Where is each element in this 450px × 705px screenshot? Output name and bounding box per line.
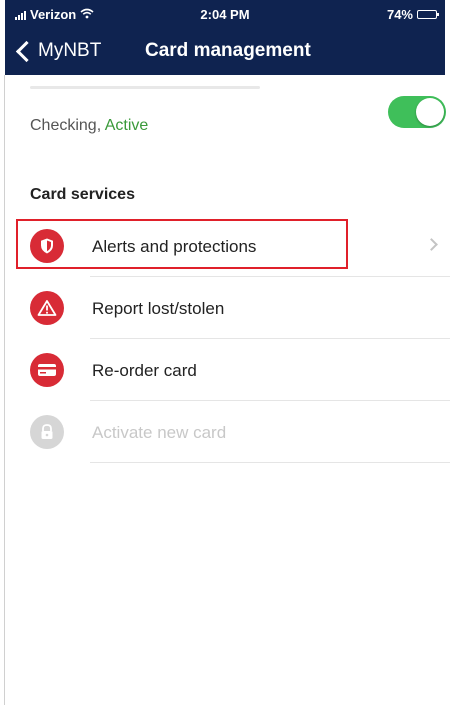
warning-icon [30,291,64,325]
toggle-knob [416,98,444,126]
section-header-card-services: Card services [30,186,135,203]
divider [90,462,450,463]
page-title: Card management [145,40,311,61]
chevron-right-icon [425,238,438,251]
battery-percent: 74% [386,7,413,22]
account-status-word: Active [104,117,149,134]
card-icon [30,353,64,387]
account-status: Checking, Active [30,117,148,135]
battery-icon [417,10,439,19]
back-button[interactable]: MyNBT [15,40,101,62]
list-item-alerts-and-protections[interactable]: Alerts and protections [16,215,450,277]
faded-text-line [30,86,260,89]
list-item-label: Re-order card [92,361,197,380]
nav-row: MyNBT Card management [5,32,445,75]
lock-icon [30,415,64,449]
top-bar: Verizon 2:04 PM 74% MyNBT Card managemen… [5,0,445,75]
chevron-left-icon [15,40,38,62]
frame-edge [4,75,5,705]
shield-icon [30,229,64,263]
account-type: Checking, [30,117,102,134]
back-label: MyNBT [38,40,102,61]
battery-info: 74% [386,7,439,22]
card-services-list: Alerts and protections Report lost/stole… [16,215,450,463]
list-item-re-order-card[interactable]: Re-order card [16,339,450,401]
status-bar: Verizon 2:04 PM 74% [5,0,445,32]
list-item-label: Report lost/stolen [92,299,225,318]
card-active-toggle[interactable] [388,96,446,128]
list-item-activate-new-card[interactable]: Activate new card [16,401,450,463]
screen: Verizon 2:04 PM 74% MyNBT Card managemen… [0,0,450,705]
status-time: 2:04 PM [200,7,250,22]
list-item-label: Activate new card [92,423,227,442]
list-item-label: Alerts and protections [92,237,257,256]
list-item-report-lost-stolen[interactable]: Report lost/stolen [16,277,450,339]
